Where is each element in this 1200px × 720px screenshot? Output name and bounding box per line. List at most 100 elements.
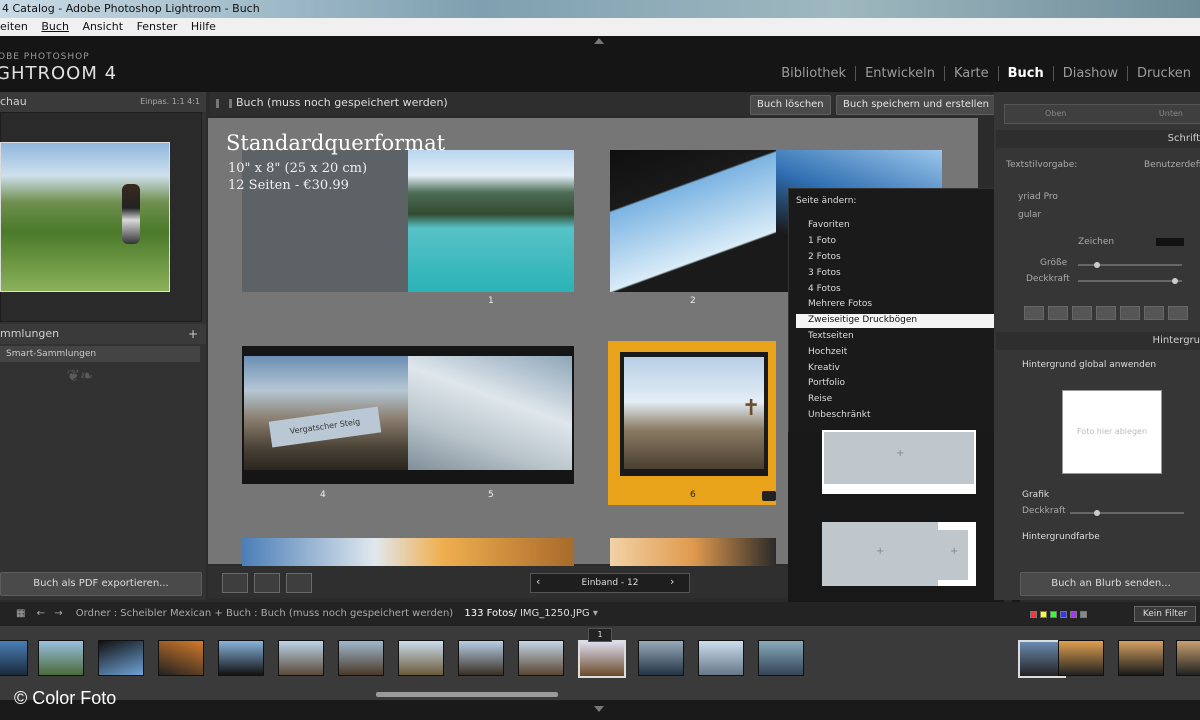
filmstrip-thumb[interactable]	[98, 640, 144, 676]
menu-item-portfolio[interactable]: Portfolio	[808, 378, 845, 388]
menu-item-2-fotos[interactable]: 2 Fotos	[808, 252, 841, 262]
filmstrip-thumb[interactable]	[518, 640, 564, 676]
menu-item-favoriten[interactable]: Favoriten	[808, 220, 850, 230]
filmstrip-thumb[interactable]	[38, 640, 84, 676]
mountain-silhouette-photo[interactable]	[610, 150, 776, 292]
text-style-value[interactable]: Benutzerdefi	[1144, 160, 1200, 170]
guide-top[interactable]: Oben	[1045, 109, 1066, 118]
lake-photo[interactable]	[408, 150, 574, 292]
menu-datei[interactable]: eiten	[0, 20, 28, 33]
filmstrip-thumb[interactable]	[398, 640, 444, 676]
source-path[interactable]: Ordner : Scheibler Mexican + Buch : Buch…	[76, 608, 453, 619]
add-collection-icon[interactable]: +	[188, 324, 198, 344]
collapse-bottom-arrow-icon[interactable]	[594, 706, 604, 712]
menu-hilfe[interactable]: Hilfe	[191, 20, 216, 33]
menu-item-1-foto[interactable]: 1 Foto	[808, 236, 836, 246]
file-dropdown-icon[interactable]: ▾	[593, 608, 598, 619]
filmstrip-thumb[interactable]	[1118, 640, 1164, 676]
clouds-photo[interactable]	[408, 356, 572, 470]
single-page-view-icon[interactable]	[286, 573, 312, 593]
green-label-filter-icon[interactable]	[1050, 611, 1057, 618]
send-to-blurb-button[interactable]: Buch an Blurb senden...	[1020, 572, 1200, 596]
filmstrip-thumb[interactable]	[758, 640, 804, 676]
forward-arrow-icon[interactable]: →	[54, 608, 62, 619]
current-file[interactable]: IMG_1250.JPG	[520, 608, 590, 619]
layout-option[interactable]: + +	[822, 522, 976, 586]
module-entwickeln[interactable]: Entwickeln	[855, 66, 944, 81]
opacity-slider[interactable]	[1078, 280, 1182, 282]
filmstrip-thumb[interactable]	[1058, 640, 1104, 676]
align-left-icon[interactable]	[1024, 306, 1044, 320]
delete-book-button[interactable]: Buch löschen	[750, 95, 831, 115]
change-page-icon[interactable]	[762, 491, 776, 501]
guide-bottom[interactable]: Unten	[1159, 109, 1183, 118]
opacity-slider-knob[interactable]	[1172, 278, 1178, 284]
menu-item-3-fotos[interactable]: 3 Fotos	[808, 268, 841, 278]
filmstrip-thumb[interactable]	[218, 640, 264, 676]
menu-item-unbeschraenkt[interactable]: Unbeschränkt	[808, 410, 871, 420]
purple-label-filter-icon[interactable]	[1070, 611, 1077, 618]
collapse-top-arrow-icon[interactable]	[594, 38, 604, 44]
font-family[interactable]: yriad Pro	[1018, 192, 1058, 202]
grid-view-icon[interactable]: ▦	[16, 608, 25, 619]
align-top-icon[interactable]	[1120, 306, 1140, 320]
filmstrip-thumb[interactable]	[458, 640, 504, 676]
menu-item-mehrere-fotos[interactable]: Mehrere Fotos	[808, 299, 872, 309]
layout-option[interactable]: +	[822, 430, 976, 494]
graphic-checkbox[interactable]: Grafik	[1022, 490, 1049, 500]
menu-item-kreativ[interactable]: Kreativ	[808, 363, 840, 373]
navigator-header[interactable]: chau Einpas. 1:1 4:1	[0, 92, 206, 112]
menu-item-4-fotos[interactable]: 4 Fotos	[808, 284, 841, 294]
filmstrip-thumb[interactable]	[1176, 640, 1200, 676]
red-label-filter-icon[interactable]	[1030, 611, 1037, 618]
filmstrip-thumb[interactable]	[338, 640, 384, 676]
bg-opacity-slider[interactable]	[1070, 512, 1184, 514]
char-color-swatch[interactable]	[1156, 238, 1184, 246]
module-drucken[interactable]: Drucken	[1126, 66, 1200, 81]
zoom-options[interactable]: Einpas. 1:1 4:1	[140, 92, 200, 112]
next-page-icon[interactable]: ›	[670, 573, 674, 591]
menu-buch[interactable]: Buch	[41, 20, 69, 33]
module-buch[interactable]: Buch	[997, 66, 1053, 81]
filmstrip-scrollbar[interactable]	[376, 692, 558, 697]
filmstrip-thumb[interactable]	[278, 640, 324, 676]
filter-dropdown[interactable]: Kein Filter	[1134, 606, 1196, 622]
blue-label-filter-icon[interactable]	[1060, 611, 1067, 618]
filmstrip-thumb[interactable]	[638, 640, 684, 676]
back-arrow-icon[interactable]: ←	[37, 608, 45, 619]
background-global-checkbox[interactable]: Hintergrund global anwenden	[1022, 360, 1156, 370]
spread-6-partial[interactable]	[610, 538, 776, 566]
photo-drop-zone[interactable]: Foto hier ablegen	[1062, 390, 1162, 474]
spread-5-partial[interactable]	[242, 538, 574, 566]
multi-page-view-icon[interactable]	[222, 573, 248, 593]
module-bibliothek[interactable]: Bibliothek	[772, 66, 855, 81]
export-pdf-button[interactable]: Buch als PDF exportieren...	[0, 572, 202, 596]
align-right-icon[interactable]	[1072, 306, 1092, 320]
bg-opacity-knob[interactable]	[1094, 510, 1100, 516]
text-section-header[interactable]: Schrift	[996, 130, 1200, 148]
yellow-label-filter-icon[interactable]	[1040, 611, 1047, 618]
align-middle-icon[interactable]	[1144, 306, 1164, 320]
size-slider-knob[interactable]	[1094, 262, 1100, 268]
module-diashow[interactable]: Diashow	[1052, 66, 1127, 81]
menu-item-reise[interactable]: Reise	[808, 394, 832, 404]
align-justify-icon[interactable]	[1096, 306, 1116, 320]
filmstrip-thumb[interactable]	[0, 640, 28, 676]
menu-item-textseiten[interactable]: Textseiten	[808, 331, 854, 341]
menu-item-hochzeit[interactable]: Hochzeit	[808, 347, 847, 357]
collections-header[interactable]: mmlungen +	[0, 324, 206, 344]
spread-view-icon[interactable]	[254, 573, 280, 593]
align-center-icon[interactable]	[1048, 306, 1068, 320]
bg-color-checkbox[interactable]: Hintergrundfarbe	[1022, 532, 1100, 542]
save-book-button[interactable]: Buch speichern und erstellen	[836, 95, 996, 115]
font-style[interactable]: gular	[1018, 210, 1041, 220]
menu-fenster[interactable]: Fenster	[137, 20, 178, 33]
menu-item-zweiseitige[interactable]: Zweiseitige Druckbögen	[808, 315, 917, 325]
guide-toggle[interactable]: Oben Unten	[1004, 104, 1200, 124]
background-section-header[interactable]: Hintergru	[996, 332, 1200, 350]
menu-ansicht[interactable]: Ansicht	[82, 20, 123, 33]
smart-collections-item[interactable]: Smart-Sammlungen	[0, 346, 200, 362]
gray-label-filter-icon[interactable]	[1080, 611, 1087, 618]
filmstrip-thumb[interactable]	[698, 640, 744, 676]
filmstrip-thumb-selected[interactable]	[578, 640, 626, 678]
